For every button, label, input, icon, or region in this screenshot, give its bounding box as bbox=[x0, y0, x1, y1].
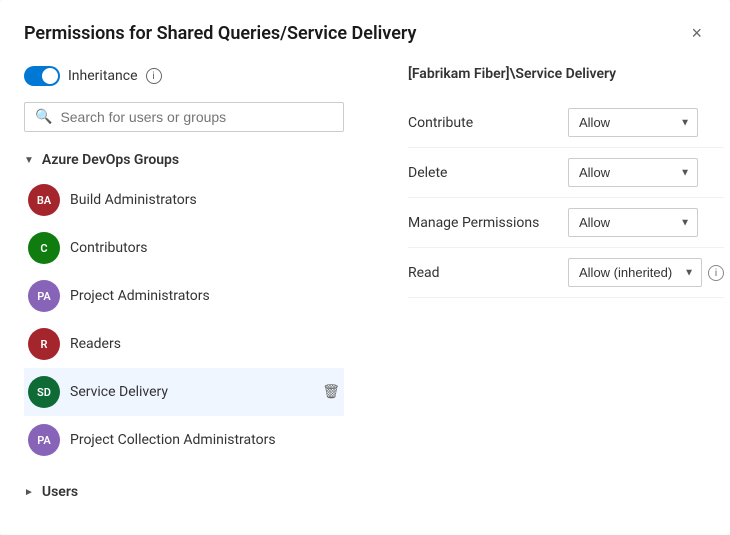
azure-devops-groups-header[interactable]: ▼ Azure DevOps Groups bbox=[24, 144, 344, 176]
search-box: 🔍 bbox=[24, 102, 344, 132]
info-icon: i bbox=[708, 265, 724, 281]
avatar: SD bbox=[28, 376, 60, 408]
avatar: C bbox=[28, 232, 60, 264]
permission-dropdown-contribute: Allow Deny Not Set ▼ bbox=[568, 108, 698, 137]
dialog-title: Permissions for Shared Queries/Service D… bbox=[24, 23, 416, 44]
permission-row: Manage Permissions Allow Deny Not Set ▼ bbox=[408, 198, 724, 248]
toggle-thumb bbox=[42, 68, 58, 84]
read-info-button[interactable]: i bbox=[708, 264, 724, 282]
permissions-dialog: Permissions for Shared Queries/Service D… bbox=[0, 0, 730, 535]
inheritance-row: Inheritance i bbox=[24, 62, 344, 90]
users-section-header[interactable]: ► Users bbox=[24, 476, 344, 508]
avatar: PA bbox=[28, 424, 60, 456]
permission-row: Contribute Allow Deny Not Set ▼ bbox=[408, 98, 724, 148]
group-item-label: Contributors bbox=[70, 240, 340, 256]
list-item[interactable]: C Contributors bbox=[24, 224, 344, 272]
left-panel: Inheritance i 🔍 ▼ Azure DevOps Groups BA… bbox=[24, 62, 344, 511]
avatar: PA bbox=[28, 280, 60, 312]
group-items-list: BA Build Administrators C Contributors P… bbox=[24, 176, 344, 464]
dialog-body: Inheritance i 🔍 ▼ Azure DevOps Groups BA… bbox=[0, 62, 730, 535]
inheritance-label: Inheritance bbox=[68, 68, 138, 84]
list-item[interactable]: SD Service Delivery 🗑 bbox=[24, 368, 344, 416]
delete-icon[interactable]: 🗑 bbox=[322, 384, 340, 400]
permission-name: Manage Permissions bbox=[408, 215, 568, 231]
avatar: BA bbox=[28, 184, 60, 216]
azure-devops-groups-label: Azure DevOps Groups bbox=[42, 152, 179, 168]
permission-row: Delete Allow Deny Not Set ▼ bbox=[408, 148, 724, 198]
inheritance-toggle[interactable] bbox=[24, 66, 60, 86]
search-input[interactable] bbox=[60, 109, 333, 125]
dialog-header: Permissions for Shared Queries/Service D… bbox=[0, 0, 730, 62]
inheritance-info-icon[interactable]: i bbox=[146, 68, 162, 84]
azure-devops-groups-section: ▼ Azure DevOps Groups BA Build Administr… bbox=[24, 144, 344, 464]
users-section-label: Users bbox=[42, 484, 78, 500]
avatar: R bbox=[28, 328, 60, 360]
list-item[interactable]: BA Build Administrators bbox=[24, 176, 344, 224]
search-icon: 🔍 bbox=[35, 109, 52, 125]
group-item-label: Build Administrators bbox=[70, 192, 340, 208]
manage-permissions-select[interactable]: Allow Deny Not Set bbox=[568, 208, 698, 237]
entity-title: [Fabrikam Fiber]\Service Delivery bbox=[408, 62, 724, 82]
group-item-label: Readers bbox=[70, 336, 340, 352]
chevron-down-icon: ▼ bbox=[24, 155, 34, 166]
group-item-label: Service Delivery bbox=[70, 384, 312, 400]
right-panel: [Fabrikam Fiber]\Service Delivery Contri… bbox=[408, 62, 724, 511]
list-item[interactable]: PA Project Administrators bbox=[24, 272, 344, 320]
list-item[interactable]: PA Project Collection Administrators bbox=[24, 416, 344, 464]
permission-dropdown-manage: Allow Deny Not Set ▼ bbox=[568, 208, 698, 237]
group-item-label: Project Administrators bbox=[70, 288, 340, 304]
delete-select[interactable]: Allow Deny Not Set bbox=[568, 158, 698, 187]
permissions-table: Contribute Allow Deny Not Set ▼ Delete bbox=[408, 98, 724, 298]
permission-dropdown-read: Allow (inherited) Allow Deny Not Set ▼ bbox=[568, 258, 702, 287]
contribute-select[interactable]: Allow Deny Not Set bbox=[568, 108, 698, 137]
permission-dropdown-delete: Allow Deny Not Set ▼ bbox=[568, 158, 698, 187]
chevron-right-icon: ► bbox=[24, 487, 34, 498]
permission-name: Delete bbox=[408, 165, 568, 181]
close-button[interactable]: × bbox=[687, 20, 706, 46]
toggle-track bbox=[24, 66, 60, 86]
permission-row: Read Allow (inherited) Allow Deny Not Se… bbox=[408, 248, 724, 298]
list-item[interactable]: R Readers bbox=[24, 320, 344, 368]
group-item-label: Project Collection Administrators bbox=[70, 432, 340, 448]
permission-name: Read bbox=[408, 265, 568, 281]
permission-name: Contribute bbox=[408, 115, 568, 131]
read-select[interactable]: Allow (inherited) Allow Deny Not Set bbox=[568, 258, 702, 287]
